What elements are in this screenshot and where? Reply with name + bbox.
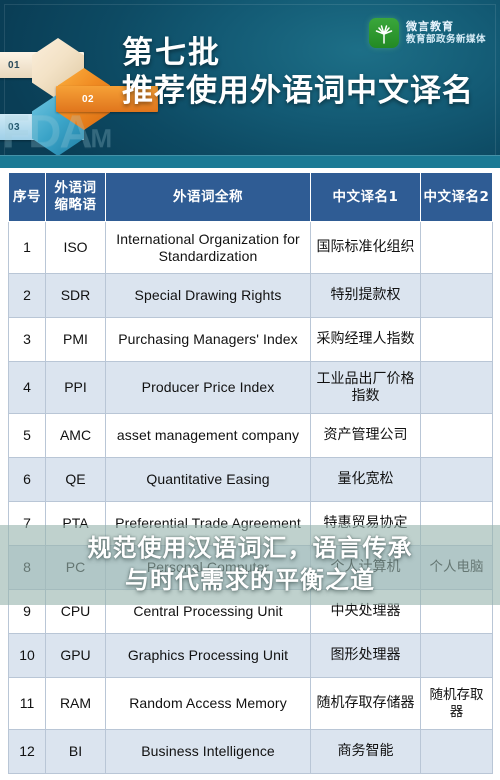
watermark-text-small: M [90, 123, 113, 153]
cell-chinese-1: 特别提款权 [310, 273, 421, 318]
cell-full-term: Random Access Memory [105, 677, 311, 730]
cell-chinese-2: 随机存取器 [420, 677, 493, 730]
cell-chinese-1: 资产管理公司 [310, 413, 421, 458]
cell-chinese-2 [420, 221, 493, 274]
foreign-term-translation-table: 序号 外语词 缩略语 外语词全称 中文译名1 中文译名2 1 ISO Interna… [8, 172, 493, 774]
brand-name: 微言教育 [405, 20, 454, 34]
cell-chinese-2 [420, 633, 493, 678]
table-row: 7 PTA Preferential Trade Agreement 特惠贸易协定 [8, 501, 493, 546]
cell-index: 8 [8, 545, 46, 590]
cell-chinese-1: 国际标准化组织 [310, 221, 421, 274]
cell-abbreviation: AMC [45, 413, 106, 458]
column-header-abbreviation: 外语词 缩略语 [45, 172, 106, 222]
cell-index: 12 [8, 729, 46, 774]
cell-index: 3 [8, 317, 46, 362]
cell-full-term: Central Processing Unit [105, 589, 311, 634]
cell-full-term: Business Intelligence [105, 729, 311, 774]
cell-abbreviation: ISO [45, 221, 106, 274]
column-header-index: 序号 [8, 172, 46, 222]
table-header-row: 序号 外语词 缩略语 外语词全称 中文译名1 中文译名2 [8, 172, 493, 222]
cell-chinese-2 [420, 361, 493, 414]
cell-full-term: Producer Price Index [105, 361, 311, 414]
watermark-text: FDA [2, 105, 93, 157]
cell-chinese-1: 特惠贸易协定 [310, 501, 421, 546]
table-row: 12 BI Business Intelligence 商务智能 [8, 729, 493, 774]
cell-chinese-2 [420, 413, 493, 458]
cell-chinese-1: 图形处理器 [310, 633, 421, 678]
table-row: 6 QE Quantitative Easing 量化宽松 [8, 457, 493, 502]
cell-chinese-2 [420, 457, 493, 502]
table-row: 2 SDR Special Drawing Rights 特别提款权 [8, 273, 493, 318]
table-row: 9 CPU Central Processing Unit 中央处理器 [8, 589, 493, 634]
cell-chinese-2: 个人电脑 [420, 545, 493, 590]
cell-full-term: International Organization for Standardi… [105, 221, 311, 274]
banner-watermark: FDAM [2, 105, 113, 157]
cell-chinese-1: 个人计算机 [310, 545, 421, 590]
cell-full-term: Special Drawing Rights [105, 273, 311, 318]
table-row: 5 AMC asset management company 资产管理公司 [8, 413, 493, 458]
cell-index: 1 [8, 221, 46, 274]
cell-abbreviation: PPI [45, 361, 106, 414]
cell-index: 7 [8, 501, 46, 546]
cell-chinese-1: 量化宽松 [310, 457, 421, 502]
column-header-chinese-1: 中文译名1 [310, 172, 421, 222]
banner-headline-line2: 推荐使用外语词中文译名 [122, 73, 474, 110]
cell-chinese-1: 随机存取存储器 [310, 677, 421, 730]
cell-abbreviation: PTA [45, 501, 106, 546]
page-banner: 01 03 02 FDAM 第七批 推荐使用外语词中文译名 微言教育 教育部政务… [0, 0, 500, 168]
table-body: 1 ISO International Organization for Stand… [8, 221, 493, 774]
column-header-full-term: 外语词全称 [105, 172, 311, 222]
table-head: 序号 外语词 缩略语 外语词全称 中文译名1 中文译名2 [8, 172, 493, 222]
table-row: 11 RAM Random Access Memory 随机存取存储器 随机存取器 [8, 677, 493, 730]
cell-chinese-1: 采购经理人指数 [310, 317, 421, 362]
cell-full-term: asset management company [105, 413, 311, 458]
cell-chinese-2 [420, 273, 493, 318]
cell-index: 2 [8, 273, 46, 318]
cell-abbreviation: PMI [45, 317, 106, 362]
cell-index: 11 [8, 677, 46, 730]
cell-index: 9 [8, 589, 46, 634]
table-row: 3 PMI Purchasing Managers' Index 采购经理人指数 [8, 317, 493, 362]
column-header-chinese-2: 中文译名2 [420, 172, 493, 222]
cell-abbreviation: RAM [45, 677, 106, 730]
cell-full-term: Personal Computer [105, 545, 311, 590]
cell-chinese-2 [420, 589, 493, 634]
cell-chinese-2 [420, 501, 493, 546]
cell-abbreviation: CPU [45, 589, 106, 634]
table-row: 10 GPU Graphics Processing Unit 图形处理器 [8, 633, 493, 678]
translation-table-wrap: 序号 外语词 缩略语 外语词全称 中文译名1 中文译名2 1 ISO Interna… [0, 168, 500, 774]
cell-chinese-1: 工业品出厂价格指数 [310, 361, 421, 414]
column-header-abbreviation-line1: 外语词 [54, 180, 97, 197]
cell-abbreviation: GPU [45, 633, 106, 678]
cell-chinese-2 [420, 317, 493, 362]
column-header-abbreviation-line2: 缩略语 [54, 197, 97, 213]
cell-index: 5 [8, 413, 46, 458]
cell-full-term: Purchasing Managers' Index [105, 317, 311, 362]
cell-chinese-2 [420, 729, 493, 774]
cell-full-term: Preferential Trade Agreement [105, 501, 311, 546]
brand-subtitle: 教育部政务新媒体 [405, 33, 486, 45]
cell-index: 6 [8, 457, 46, 502]
table-row: 4 PPI Producer Price Index 工业品出厂价格指数 [8, 361, 493, 414]
cell-abbreviation: BI [45, 729, 106, 774]
cell-abbreviation: SDR [45, 273, 106, 318]
cell-full-term: Quantitative Easing [105, 457, 311, 502]
brand-logo: 微言教育 教育部政务新媒体 [368, 18, 486, 48]
cell-full-term: Graphics Processing Unit [105, 633, 311, 678]
cell-abbreviation: PC [45, 545, 106, 590]
cell-abbreviation: QE [45, 457, 106, 502]
table-row: 8 PC Personal Computer 个人计算机 个人电脑 [8, 545, 493, 590]
cell-chinese-1: 商务智能 [310, 729, 421, 774]
cell-chinese-1: 中央处理器 [310, 589, 421, 634]
green-hand-logo-icon [368, 18, 399, 48]
cell-index: 4 [8, 361, 46, 414]
cell-index: 10 [8, 633, 46, 678]
brand-text: 微言教育 教育部政务新媒体 [406, 20, 486, 46]
table-row: 1 ISO International Organization for Stand… [8, 221, 493, 274]
